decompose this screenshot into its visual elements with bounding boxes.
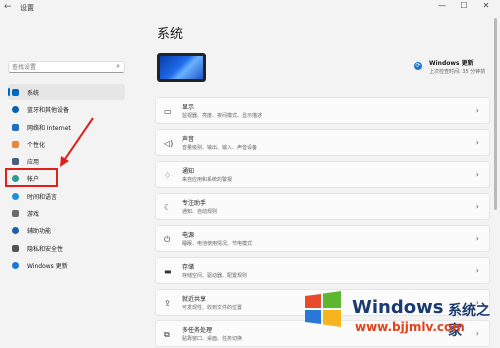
windows-update-status: 上次检查时间: 35 分钟前 [429,69,486,75]
close-button[interactable]: ✕ [478,1,494,10]
app-title: 设置 [20,4,34,12]
card-subtitle: 睡眠、电池使用情况、节电模式 [182,241,253,247]
notification-icon: ♢ [164,171,172,180]
power-icon: ⏻ [164,235,171,244]
card-title: 显示 [182,104,195,111]
card-title: 通知 [182,168,195,175]
chevron-right-icon: › [475,202,479,211]
card-title: 电源 [182,232,195,239]
windows-logo-icon [305,291,341,327]
back-arrow-icon[interactable]: ← [4,2,12,12]
card-subtitle: 监视器、亮度、夜间模式、显示描述 [182,113,263,119]
sidebar-item-gaming[interactable]: 游戏 [8,205,125,221]
search-input[interactable] [12,63,112,72]
apps-icon [12,157,19,165]
card-title: 声音 [182,136,195,143]
device-thumbnail [157,53,206,82]
watermark-url: www.bjjmlv.com [355,320,465,334]
card-subtitle: 可发现性、收到文件的位置 [182,305,243,311]
sidebar-item-label: 系统 [27,89,40,97]
chevron-right-icon: › [475,106,479,115]
nearby-sharing-icon: ⇪ [164,299,171,308]
sidebar-item-label: 隐私和安全性 [27,245,64,253]
watermark: Windows 系统之家 www.bjjmlv.com [300,288,498,346]
display-icon: ▭ [164,107,172,116]
search-box[interactable]: ⌕ [8,61,125,73]
card-title: 存储 [182,264,195,271]
privacy-icon [12,244,19,252]
card-subtitle: 来自应用和系统的警报 [182,177,233,183]
sidebar-item-label: 网络和 Internet [27,124,71,132]
chevron-right-icon: › [475,234,479,243]
card-title: 就近共享 [182,296,207,303]
sidebar-item-personalization[interactable]: 个性化 [8,136,125,152]
maximize-button[interactable]: ☐ [456,1,472,10]
card-subtitle: 贴靠窗口、桌面、任务切换 [182,336,243,342]
windows-update-title[interactable]: Windows 更新 [429,58,474,67]
chevron-right-icon: › [475,138,479,147]
settings-card-sound[interactable]: ◁) 声音 音量级别、输出、输入、声音设备 › [155,129,490,156]
sound-icon: ◁) [164,139,174,148]
chevron-right-icon: › [475,170,479,179]
sidebar-item-label: 时间和语言 [27,193,58,201]
search-icon[interactable]: ⌕ [116,62,120,71]
bluetooth-icon [12,105,19,113]
sidebar-item-privacy[interactable]: 隐私和安全性 [8,240,125,256]
scrollbar[interactable] [494,18,497,210]
storage-icon: ▬ [164,267,172,276]
sidebar-item-bluetooth[interactable]: 蓝牙和其他设备 [8,101,125,117]
card-title: 多任务处理 [182,327,213,334]
windows-update-icon [12,261,19,269]
multitasking-icon: ⧉ [164,330,170,339]
gaming-icon [12,209,19,217]
time-language-icon [12,192,19,200]
accessibility-icon [12,226,19,234]
watermark-brand: Windows [352,297,444,318]
sidebar-item-network[interactable]: 网络和 Internet [8,119,125,135]
personalization-icon [12,140,19,148]
card-title: 专注助手 [182,200,207,207]
sidebar-item-label: 蓝牙和其他设备 [27,106,70,114]
page-title: 系统 [157,27,184,42]
sidebar-item-apps[interactable]: 应用 [8,153,125,169]
settings-card-focus-assist[interactable]: ☾ 专注助手 通知、自动规则 › [155,193,490,220]
sidebar-item-label: 辅助功能 [27,227,52,235]
sidebar-item-label: 游戏 [27,210,40,218]
network-icon [12,123,19,131]
focus-assist-icon: ☾ [164,203,172,212]
title-bar: ← 设置 — ☐ ✕ [0,0,500,16]
refresh-icon[interactable]: ⟳ [414,62,422,70]
sidebar-item-time-language[interactable]: 时间和语言 [8,188,125,204]
sidebar-item-accessibility[interactable]: 辅助功能 [8,222,125,238]
highlight-box [5,168,58,187]
settings-card-notifications[interactable]: ♢ 通知 来自应用和系统的警报 › [155,161,490,188]
settings-card-storage[interactable]: ▬ 存储 存储空间、驱动器、配置规则 › [155,257,490,284]
card-subtitle: 存储空间、驱动器、配置规则 [182,273,248,279]
sidebar-item-system[interactable]: 系统 [8,84,125,100]
card-subtitle: 音量级别、输出、输入、声音设备 [182,145,258,151]
chevron-right-icon: › [475,266,479,275]
system-icon [12,88,19,96]
minimize-button[interactable]: — [434,1,450,10]
sidebar-item-label: Windows 更新 [27,262,68,270]
card-subtitle: 通知、自动规则 [182,209,218,215]
sidebar-item-windows-update[interactable]: Windows 更新 [8,257,125,273]
settings-card-display[interactable]: ▭ 显示 监视器、亮度、夜间模式、显示描述 › [155,97,490,124]
sidebar-item-label: 个性化 [27,141,46,149]
settings-card-power[interactable]: ⏻ 电源 睡眠、电池使用情况、节电模式 › [155,225,490,252]
sidebar-item-label: 应用 [27,158,40,166]
